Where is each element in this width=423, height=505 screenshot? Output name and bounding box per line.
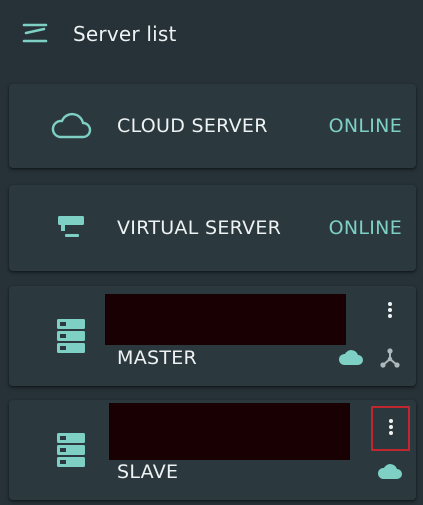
server-card-cloud[interactable]: CLOUD SERVER ONLINE (9, 84, 416, 168)
more-vert-icon (387, 301, 393, 323)
menu-button[interactable] (18, 18, 52, 52)
server-card-master[interactable]: MASTER (9, 286, 416, 386)
cloud-outline-icon (49, 110, 93, 142)
server-card-virtual[interactable]: VIRTUAL SERVER ONLINE (9, 185, 416, 271)
page-title: Server list (73, 22, 177, 46)
menu-icon (22, 22, 48, 48)
more-vert-icon (388, 418, 394, 440)
redacted-server-address (105, 294, 346, 345)
redacted-server-address (109, 403, 350, 460)
server-name: MASTER (117, 347, 198, 369)
app-bar: Server list (0, 0, 423, 68)
more-options-button[interactable] (375, 292, 405, 332)
server-stack-icon (53, 316, 89, 356)
cloud-icon (337, 348, 365, 368)
monitor-icon (53, 213, 89, 243)
server-stack-icon (53, 430, 89, 470)
network-icon (378, 346, 402, 370)
server-name: VIRTUAL SERVER (117, 217, 282, 239)
server-card-slave[interactable]: SLAVE (9, 400, 416, 500)
status-label: ONLINE (328, 217, 402, 239)
more-options-button[interactable] (371, 406, 410, 451)
server-name: SLAVE (117, 461, 179, 483)
server-name: CLOUD SERVER (117, 115, 268, 137)
cloud-icon (376, 462, 404, 482)
status-label: ONLINE (328, 115, 402, 137)
